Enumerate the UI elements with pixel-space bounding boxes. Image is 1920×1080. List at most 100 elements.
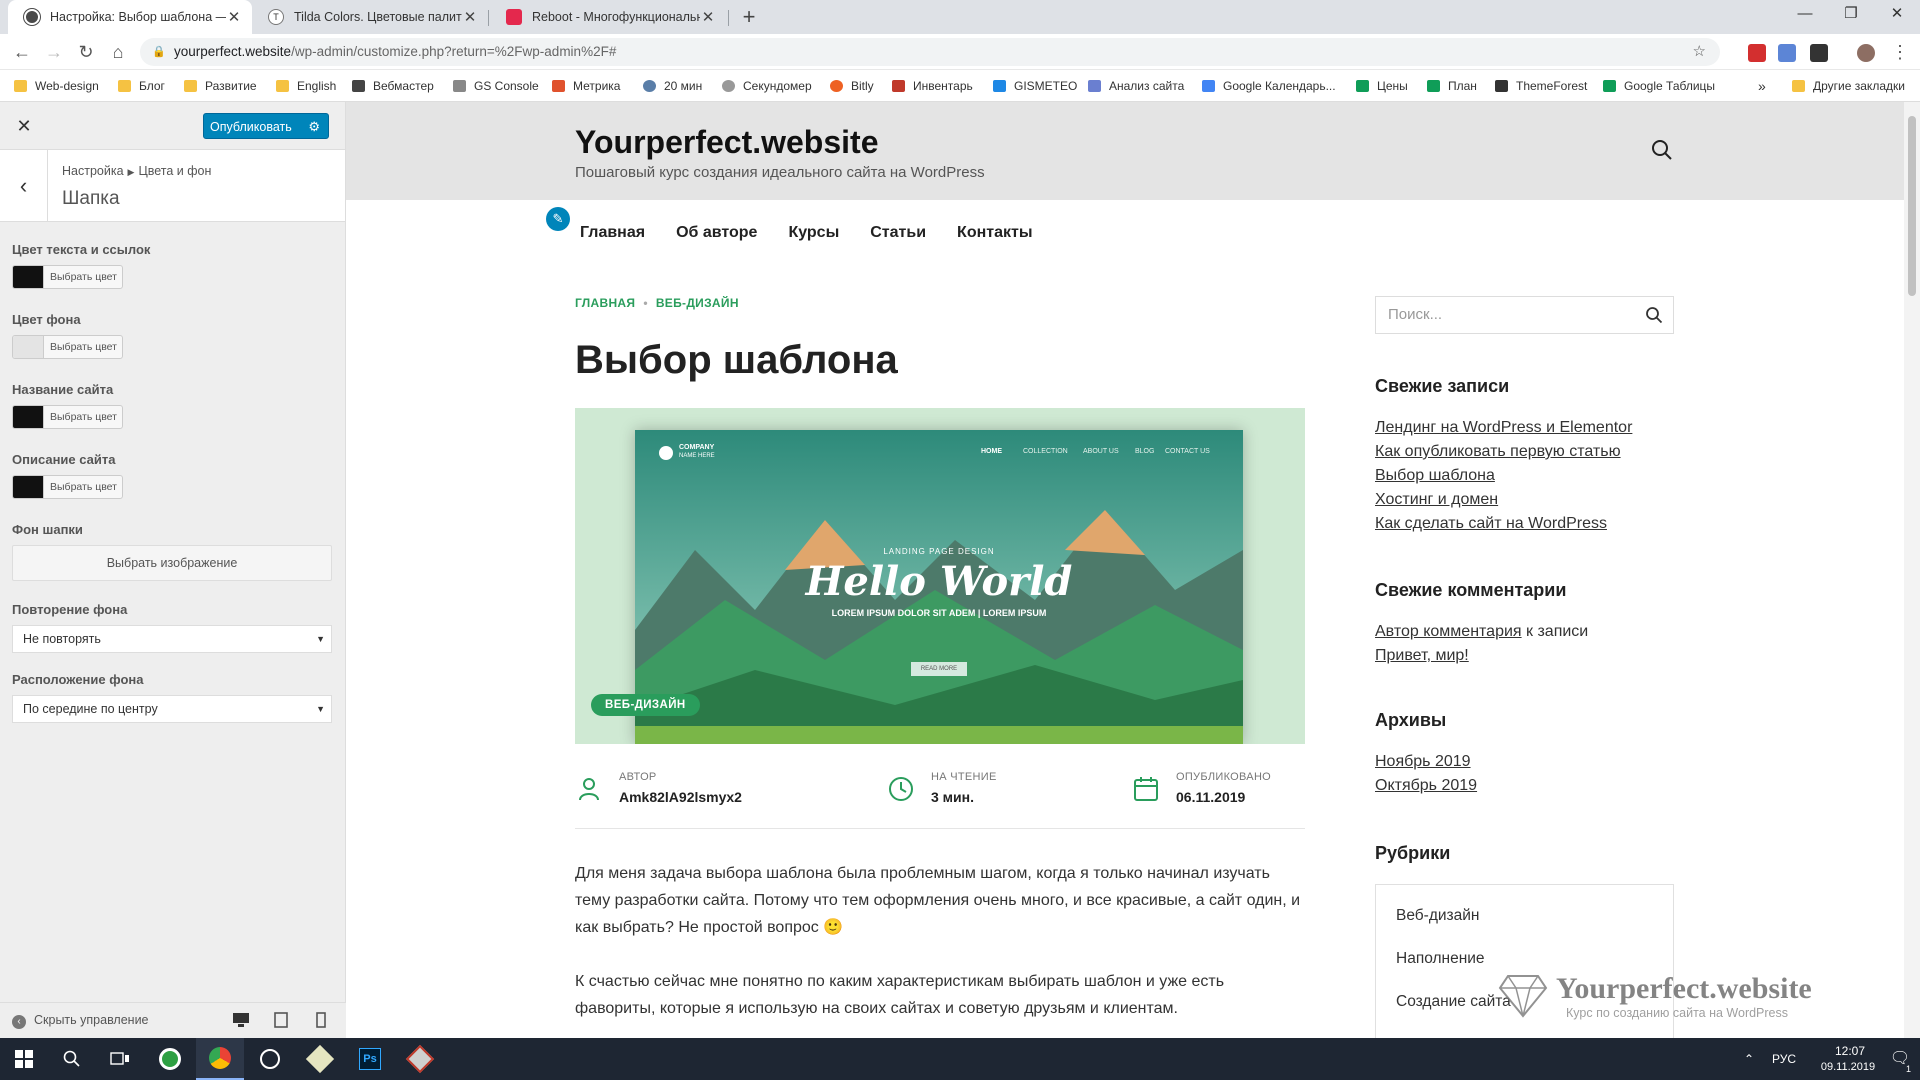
close-window-icon[interactable]: ✕ — [1874, 0, 1920, 30]
color-picker-button[interactable]: Выбрать цвет — [12, 405, 123, 429]
mobile-preview-icon[interactable] — [316, 1012, 326, 1031]
bookmark-item[interactable]: Блог — [118, 70, 165, 102]
bookmark-item[interactable]: Web-design — [14, 70, 99, 102]
bookmark-item[interactable]: Цены — [1356, 70, 1408, 102]
menu-item-about[interactable]: Об авторе — [676, 224, 757, 242]
bookmark-item[interactable]: GISMETEO — [993, 70, 1077, 102]
search-icon[interactable] — [1645, 306, 1663, 324]
gear-icon[interactable]: ⚙ — [308, 114, 320, 140]
hide-controls-button[interactable]: ‹ Скрыть управление — [12, 1013, 149, 1029]
preview-scrollbar[interactable] — [1904, 102, 1920, 1038]
sidebar-search-input[interactable]: Поиск... — [1375, 296, 1674, 334]
new-tab-button[interactable]: + — [736, 4, 762, 30]
site-title[interactable]: Yourperfect.website — [575, 124, 878, 161]
bookmark-item[interactable]: Инвентарь — [892, 70, 973, 102]
tab-customizer[interactable]: Настройка: Выбор шаблона — ✕ — [8, 0, 252, 34]
extension-icon[interactable] — [1748, 44, 1766, 62]
bookmark-item[interactable]: Google Таблицы — [1603, 70, 1715, 102]
close-icon[interactable]: ✕ — [12, 114, 36, 138]
search-icon[interactable] — [1650, 138, 1674, 162]
scrollbar-thumb[interactable] — [1908, 116, 1916, 296]
bookmark-item[interactable]: Секундомер — [722, 70, 812, 102]
position-select[interactable]: По середине по центру ▼ — [12, 695, 332, 723]
category-badge[interactable]: ВЕБ-ДИЗАЙН — [591, 694, 700, 716]
calendar-icon — [1202, 80, 1215, 92]
windows-start-icon[interactable] — [0, 1038, 48, 1080]
clock-app-icon[interactable] — [246, 1038, 294, 1080]
back-icon[interactable]: ‹ — [0, 150, 48, 222]
meta-value: 3 мин. — [931, 789, 974, 805]
avatar[interactable] — [1857, 44, 1875, 62]
bookmark-item[interactable]: Анализ сайта — [1088, 70, 1184, 102]
color-picker-button[interactable]: Выбрать цвет — [12, 335, 123, 359]
menu-item-courses[interactable]: Курсы — [788, 224, 839, 242]
recent-post-link[interactable]: Как сделать сайт на WordPress — [1375, 512, 1632, 536]
bookmark-item[interactable]: План — [1427, 70, 1477, 102]
clock-date[interactable]: 09.11.2019 — [1806, 1061, 1890, 1073]
taskbar-app-icon[interactable] — [296, 1038, 344, 1080]
bookmark-item[interactable]: Метрика — [552, 70, 620, 102]
bookmark-item[interactable]: Вебмастер — [352, 70, 434, 102]
minimize-icon[interactable]: — — [1782, 0, 1828, 30]
home-icon[interactable]: ⌂ — [106, 40, 130, 64]
bookmark-star-icon[interactable]: ☆ — [1693, 38, 1706, 66]
recent-post-link[interactable]: Хостинг и домен — [1375, 488, 1632, 512]
bookmark-item[interactable]: English — [276, 70, 336, 102]
bookmark-item[interactable]: GS Console — [453, 70, 539, 102]
photoshop-icon[interactable]: Ps — [346, 1038, 394, 1080]
taskbar-app-icon[interactable] — [396, 1038, 444, 1080]
publish-button[interactable]: Опубликовать ⚙ — [203, 113, 329, 139]
tablet-preview-icon[interactable] — [274, 1012, 288, 1031]
bookmark-item[interactable]: Google Календарь... — [1202, 70, 1336, 102]
recent-post-link[interactable]: Выбор шаблона — [1375, 464, 1632, 488]
task-view-icon[interactable] — [96, 1038, 144, 1080]
recent-post-link[interactable]: Лендинг на WordPress и Elementor — [1375, 416, 1632, 440]
bookmarks-overflow[interactable]: » — [1758, 70, 1766, 102]
recent-post-link[interactable]: Как опубликовать первую статью — [1375, 440, 1632, 464]
chrome-icon[interactable] — [196, 1038, 244, 1080]
reload-icon[interactable]: ↻ — [74, 40, 98, 64]
language-indicator[interactable]: РУС — [1772, 1052, 1796, 1066]
close-tab-icon[interactable]: ✕ — [462, 8, 478, 26]
close-tab-icon[interactable]: ✕ — [226, 8, 242, 26]
comment-author-link[interactable]: Автор комментария — [1375, 623, 1522, 640]
other-bookmarks[interactable]: Другие закладки — [1792, 70, 1905, 102]
menu-dots-icon[interactable]: ⋮ — [1888, 40, 1912, 64]
comment-post-link[interactable]: Привет, мир! — [1375, 644, 1674, 668]
clock-time[interactable]: 12:07 — [1822, 1044, 1878, 1058]
color-picker-button[interactable]: Выбрать цвет — [12, 265, 123, 289]
breadcrumb-item[interactable]: ВЕБ-ДИЗАЙН — [656, 296, 739, 310]
menu-item-articles[interactable]: Статьи — [870, 224, 926, 242]
search-icon[interactable] — [48, 1038, 96, 1080]
tray-expand-icon[interactable]: ⌃ — [1744, 1052, 1754, 1066]
tab-reboot[interactable]: Reboot - Многофункциональн ✕ — [490, 0, 726, 34]
choose-image-button[interactable]: Выбрать изображение — [12, 545, 332, 581]
breadcrumb-item[interactable]: ГЛАВНАЯ — [575, 296, 635, 310]
archive-link[interactable]: Ноябрь 2019 — [1375, 750, 1477, 774]
repeat-select[interactable]: Не повторять ▼ — [12, 625, 332, 653]
address-bar[interactable]: 🔒 yourperfect.website/wp-admin/customize… — [140, 38, 1720, 66]
close-tab-icon[interactable]: ✕ — [700, 8, 716, 26]
tab-tilda[interactable]: T Tilda Colors. Цветовые палитры ✕ — [252, 0, 488, 34]
forward-icon[interactable]: → — [42, 40, 66, 64]
back-icon[interactable]: ← — [10, 40, 34, 64]
taskbar-app-icon[interactable] — [146, 1038, 194, 1080]
archive-link[interactable]: Октябрь 2019 — [1375, 774, 1477, 798]
desktop-preview-icon[interactable] — [232, 1012, 250, 1031]
color-picker-button[interactable]: Выбрать цвет — [12, 475, 123, 499]
bookmark-item[interactable]: ThemeForest — [1495, 70, 1587, 102]
restore-icon[interactable]: ❐ — [1828, 0, 1874, 30]
translate-icon[interactable] — [1778, 44, 1796, 62]
bookmark-item[interactable]: Развитие — [184, 70, 257, 102]
menu-item-home[interactable]: Главная — [580, 224, 645, 242]
category-link[interactable]: Веб-дизайн — [1396, 907, 1653, 950]
notification-center-icon[interactable]: 🗨 — [1880, 1048, 1920, 1068]
color-swatch — [13, 266, 43, 288]
edit-shortcut-icon[interactable]: ✎ — [546, 207, 570, 231]
bookmark-item[interactable]: 20 мин — [643, 70, 702, 102]
sheets-icon — [1603, 80, 1616, 92]
bookmark-item[interactable]: Bitly — [830, 70, 874, 102]
mock-nav-item: BLOG — [1135, 448, 1155, 455]
extension-icon[interactable] — [1810, 44, 1828, 62]
menu-item-contacts[interactable]: Контакты — [957, 224, 1032, 242]
